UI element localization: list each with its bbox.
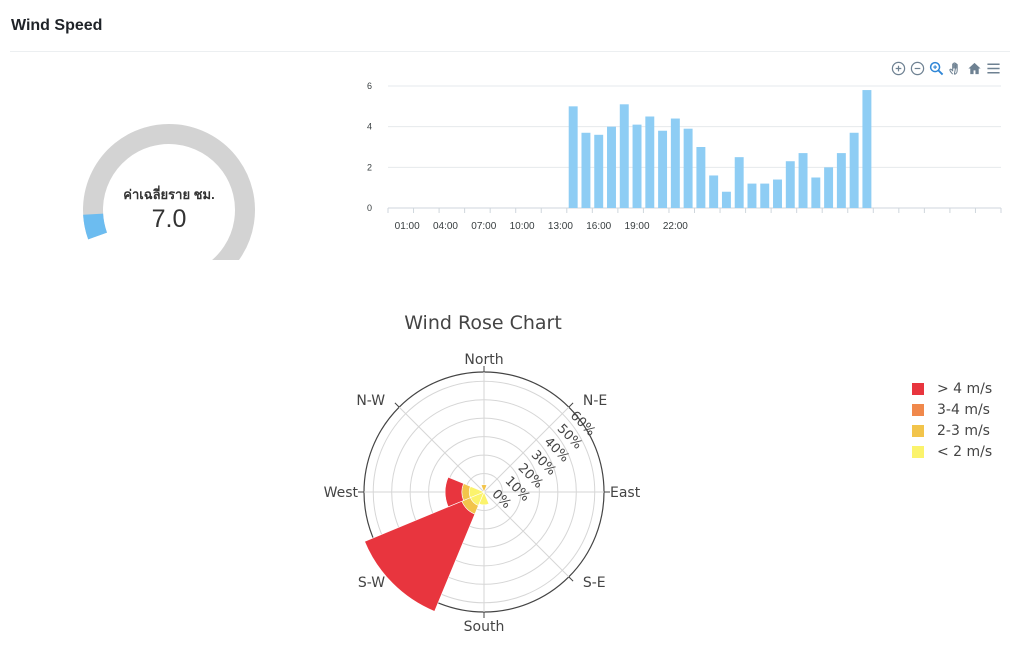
gauge-value: 7.0	[152, 205, 187, 233]
bar[interactable]	[785, 161, 795, 208]
magnifier-icon[interactable]	[928, 60, 944, 76]
wind-rose-legend: > 4 m/s 3-4 m/s 2-3 m/s < 2 m/s	[912, 378, 992, 462]
bar[interactable]	[824, 167, 834, 208]
bar[interactable]	[849, 132, 859, 208]
bar[interactable]	[581, 132, 591, 208]
average-hourly-gauge: ค่าเฉลี่ยราย ชม. 7.0	[83, 124, 255, 260]
legend-item[interactable]: > 4 m/s	[912, 378, 992, 399]
bar[interactable]	[773, 179, 782, 208]
legend-swatch	[912, 445, 924, 458]
home-icon[interactable]	[966, 60, 982, 76]
bar[interactable]	[658, 130, 668, 208]
bar[interactable]	[721, 191, 731, 208]
bar[interactable]	[594, 134, 604, 208]
bar[interactable]	[607, 126, 616, 208]
direction-label: West	[324, 485, 359, 501]
y-tick-label: 6	[367, 81, 372, 91]
wind-rose-title: Wind Rose Chart	[404, 312, 562, 334]
bar[interactable]	[645, 116, 655, 209]
angular-tick	[568, 576, 574, 582]
bar[interactable]	[568, 106, 578, 208]
gauge-fill	[83, 213, 108, 240]
y-tick-label: 2	[367, 162, 372, 172]
title-divider	[10, 51, 1010, 52]
zoom-out-icon[interactable]	[909, 60, 925, 76]
x-tick-label: 22:00	[663, 221, 688, 232]
bar[interactable]	[760, 183, 770, 208]
direction-label: North	[464, 352, 503, 368]
legend-item[interactable]: < 2 m/s	[912, 441, 992, 462]
chart-toolbar	[890, 60, 1001, 76]
bar[interactable]	[836, 153, 846, 208]
legend-swatch	[912, 424, 924, 437]
angular-tick	[568, 402, 574, 408]
page-title: Wind Speed	[11, 17, 103, 34]
wind-rose-wedge[interactable]	[461, 483, 471, 501]
menu-icon[interactable]	[985, 60, 1001, 76]
bar[interactable]	[619, 104, 629, 208]
legend-label: 2-3 m/s	[937, 422, 990, 439]
zoom-in-icon[interactable]	[890, 60, 906, 76]
angular-gridline	[398, 406, 485, 493]
direction-label: South	[464, 619, 505, 635]
pan-hand-icon[interactable]	[947, 60, 963, 76]
direction-label: N-W	[356, 393, 385, 409]
bar[interactable]	[709, 175, 719, 208]
direction-label: S-W	[358, 575, 385, 591]
legend-item[interactable]: 3-4 m/s	[912, 399, 992, 420]
x-tick-label: 13:00	[548, 221, 573, 232]
wind-rose-wedge[interactable]	[364, 500, 476, 612]
bar[interactable]	[670, 118, 680, 208]
bar[interactable]	[632, 124, 642, 208]
hourly-wind-speed-bar-chart: 0 2 4 6 01:00 04:00 07:00 10:00 13:00 16:00 19:00…	[367, 81, 1002, 232]
direction-label: East	[610, 485, 641, 501]
direction-label: S-E	[583, 575, 606, 591]
bar[interactable]	[683, 128, 693, 208]
y-tick-label: 4	[367, 122, 372, 132]
legend-label: > 4 m/s	[937, 380, 993, 397]
x-tick-label: 19:00	[625, 221, 650, 232]
x-tick-label: 16:00	[586, 221, 611, 232]
legend-label: 3-4 m/s	[937, 401, 990, 418]
bar[interactable]	[798, 153, 808, 208]
direction-label: N-E	[583, 393, 607, 409]
legend-swatch	[912, 403, 924, 416]
bar[interactable]	[811, 177, 821, 209]
x-tick-label: 10:00	[510, 221, 535, 232]
legend-item[interactable]: 2-3 m/s	[912, 420, 992, 441]
y-tick-label: 0	[367, 203, 372, 213]
x-tick-label: 04:00	[433, 221, 458, 232]
bar[interactable]	[747, 183, 757, 208]
legend-swatch	[912, 382, 924, 395]
legend-label: < 2 m/s	[937, 443, 993, 460]
wind-rose-chart: Wind Rose Chart 0%10%20%30%40%50%60% Nor…	[324, 312, 641, 635]
bar[interactable]	[862, 90, 872, 208]
angular-tick	[394, 402, 400, 408]
x-tick-label: 07:00	[471, 221, 496, 232]
bar[interactable]	[696, 147, 706, 208]
x-tick-label: 01:00	[395, 221, 420, 232]
gauge-label: ค่าเฉลี่ยราย ชม.	[123, 185, 214, 202]
bar[interactable]	[734, 157, 744, 208]
